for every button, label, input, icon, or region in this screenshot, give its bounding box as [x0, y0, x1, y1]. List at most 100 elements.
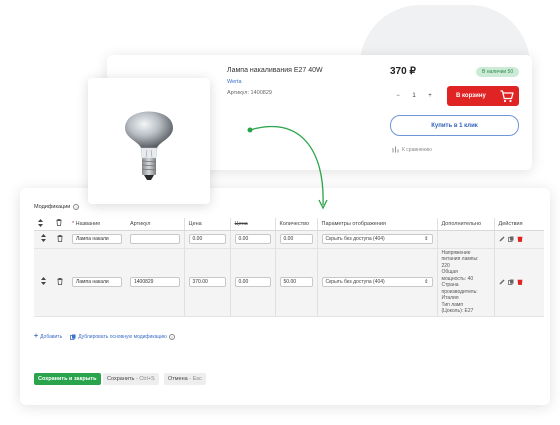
- price-cell: 370.00: [183, 247, 230, 317]
- modifications-table: * Название Артикул Цена Цена Количество …: [34, 218, 544, 317]
- delete-icon[interactable]: [517, 279, 523, 285]
- modifications-label: Модификации ?: [34, 204, 80, 210]
- compare-link[interactable]: К сравнению: [392, 146, 432, 153]
- compare-label: К сравнению: [402, 146, 432, 153]
- edit-icon[interactable]: [499, 236, 505, 242]
- price-input[interactable]: 0.00: [188, 234, 226, 244]
- quantity-input[interactable]: 50.00: [279, 277, 313, 287]
- product-price: 370 ₽: [390, 66, 416, 77]
- add-link-label: Добавить: [40, 333, 63, 340]
- qty-minus-button[interactable]: −: [392, 93, 404, 99]
- col-name: * Название: [68, 218, 126, 231]
- trash-icon: [56, 219, 62, 227]
- actions-cell: [493, 247, 544, 317]
- quantity-input[interactable]: 0.00: [279, 234, 313, 244]
- trash-icon[interactable]: [57, 234, 63, 242]
- old-price-cell: 0.00: [229, 247, 275, 317]
- plus-icon: +: [34, 333, 39, 340]
- light-bulb-image: [125, 111, 173, 180]
- edit-icon[interactable]: [499, 279, 505, 285]
- duplicate-modification-link[interactable]: Дублировать основную модификацию ?: [70, 333, 175, 340]
- article-cell: 1400829: [126, 247, 184, 317]
- display-cell: Скрыть без доступа (404) ⇕: [316, 229, 437, 249]
- save-button-label: Сохранить: [107, 376, 135, 382]
- col-actions: Действия: [493, 218, 544, 231]
- extra-cell: Напряжение питания лампы: 220 Общая мощн…: [436, 247, 494, 317]
- name-cell: Лампа накали: [68, 229, 126, 249]
- add-to-cart-button[interactable]: В корзину: [447, 86, 519, 106]
- buy-one-click-button[interactable]: Купить в 1 клик: [390, 115, 519, 136]
- help-icon[interactable]: ?: [73, 204, 80, 210]
- cancel-shortcut: - Esc: [189, 376, 202, 382]
- col-article: Артикул: [126, 218, 184, 231]
- delete-icon[interactable]: [517, 236, 523, 242]
- add-modification-link[interactable]: + Добавить: [34, 333, 62, 340]
- sort-header: [34, 218, 52, 231]
- modifications-label-text: Модификации: [34, 204, 71, 210]
- table-row: Лампа накали 0.00 0.00 0.00 Скрыть без д…: [34, 229, 544, 249]
- article-cell: [126, 229, 184, 249]
- trash-header: [52, 218, 68, 231]
- product-title[interactable]: Лампа накаливания E27 40W: [227, 67, 323, 74]
- quantity-cell: 50.00: [274, 247, 317, 317]
- save-button[interactable]: Сохранить - Ctrl+S: [103, 373, 159, 385]
- cart-button-label: В корзину: [456, 93, 486, 99]
- old-price-input[interactable]: 0.00: [234, 234, 271, 244]
- article-input[interactable]: 1400829: [130, 277, 180, 287]
- old-price-input[interactable]: 0.00: [234, 277, 271, 287]
- product-image-card: [88, 78, 210, 204]
- extra-cell: [436, 229, 494, 249]
- save-shortcut: - Ctrl+S: [135, 376, 155, 382]
- article-input[interactable]: [130, 234, 180, 244]
- cart-icon: [500, 90, 514, 103]
- table-links: + Добавить Дублировать основную модифика…: [34, 333, 175, 340]
- name-input[interactable]: Лампа накали: [72, 234, 122, 244]
- sort-arrows-icon: [38, 218, 43, 227]
- duplicate-link-label: Дублировать основную модификацию: [78, 333, 167, 340]
- product-sku: Артикул: 1400829: [227, 90, 272, 96]
- display-select[interactable]: Скрыть без доступа (404) ⇕: [321, 277, 433, 287]
- modifications-card: Модификации ? * Название Артикул Цена Це…: [20, 188, 550, 405]
- old-price-cell: 0.00: [229, 229, 275, 249]
- stage: Модификации ? * Название Артикул Цена Це…: [0, 0, 560, 425]
- sort-arrows-icon: [40, 234, 46, 242]
- product-brand-link[interactable]: Werta: [227, 79, 242, 85]
- drag-handle[interactable]: [34, 229, 52, 249]
- name-input[interactable]: Лампа накали: [72, 277, 122, 287]
- col-extra: Дополнительно: [436, 218, 494, 231]
- help-icon[interactable]: ?: [168, 333, 175, 340]
- copy-icon[interactable]: [507, 279, 514, 285]
- qty-plus-button[interactable]: +: [424, 93, 436, 99]
- compare-icon: [392, 146, 399, 153]
- extra-properties: Напряжение питания лампы: 220 Общая мощн…: [442, 250, 490, 315]
- sort-arrows-icon: [40, 277, 46, 285]
- col-price: Цена: [183, 218, 230, 231]
- stock-badge: В наличии 50: [476, 67, 520, 77]
- display-select-value: Скрыть без доступа (404): [325, 236, 385, 242]
- delete-cell[interactable]: [52, 229, 68, 249]
- table-row: Лампа накали 1400829 370.00 0.00 50.00 С…: [34, 247, 544, 317]
- col-quantity: Количество: [274, 218, 317, 231]
- extra-line: (Цоколь): E27: [441, 308, 474, 314]
- qty-value[interactable]: 1: [408, 93, 420, 99]
- drag-handle[interactable]: [34, 247, 52, 317]
- quantity-stepper[interactable]: − 1 +: [392, 86, 436, 106]
- select-arrows-icon: ⇕: [424, 236, 429, 242]
- table-header-row: * Название Артикул Цена Цена Количество …: [34, 218, 544, 231]
- trash-icon[interactable]: [57, 277, 63, 285]
- price-cell: 0.00: [183, 229, 230, 249]
- display-select[interactable]: Скрыть без доступа (404) ⇕: [321, 234, 433, 244]
- col-display-params: Параметры отображения: [316, 218, 437, 231]
- actions-cell: [493, 229, 544, 249]
- display-cell: Скрыть без доступа (404) ⇕: [316, 247, 437, 317]
- cancel-button[interactable]: Отмена - Esc: [164, 373, 206, 385]
- save-close-button[interactable]: Сохранить и закрыть: [34, 373, 101, 385]
- copy-icon: [70, 334, 76, 340]
- copy-icon[interactable]: [507, 236, 514, 242]
- select-arrows-icon: ⇕: [424, 279, 429, 285]
- price-input[interactable]: 370.00: [188, 277, 226, 287]
- col-old-price: Цена: [229, 218, 275, 231]
- delete-cell[interactable]: [52, 247, 68, 317]
- cancel-button-label: Отмена: [168, 376, 188, 382]
- display-select-value: Скрыть без доступа (404): [325, 279, 385, 285]
